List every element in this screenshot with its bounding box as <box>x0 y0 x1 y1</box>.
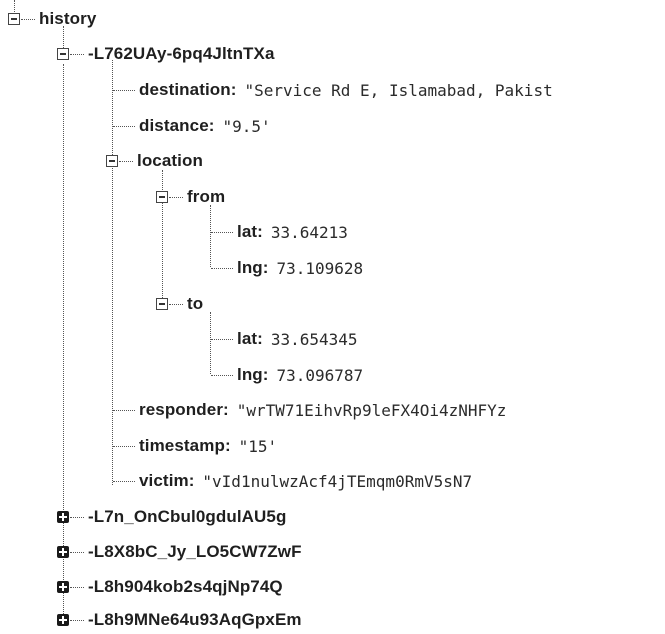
tree-branch <box>21 18 35 20</box>
leaf-value[interactable]: 73.109628 <box>276 259 363 278</box>
tree-node-collapsed[interactable]: -L8h904kob2s4qjNp74Q <box>57 575 283 599</box>
colon: : <box>208 116 215 135</box>
tree-branch <box>113 89 135 91</box>
leaf-value[interactable]: "vId1nulwzAcf4jTEmqm0RmV5sN7 <box>202 472 472 491</box>
node-key: location <box>137 151 203 170</box>
node-key: -L8h9MNe64u93AqGpxEm <box>88 610 302 629</box>
leaf-value[interactable]: 33.64213 <box>271 223 348 242</box>
leaf-key: lat <box>237 222 258 241</box>
collapse-icon[interactable] <box>156 298 168 310</box>
leaf-value[interactable]: "9.5' <box>222 117 270 136</box>
tree-leaf-from-lat[interactable]: lat: 33.64213 <box>210 220 348 244</box>
tree-branch <box>211 267 233 269</box>
tree-leaf-distance[interactable]: distance: "9.5' <box>112 114 271 138</box>
leaf-value[interactable]: 33.654345 <box>271 330 358 349</box>
tree-node-collapsed[interactable]: -L8h9MNe64u93AqGpxEm <box>57 608 302 632</box>
leaf-key: lng <box>237 365 263 384</box>
tree-leaf-timestamp[interactable]: timestamp: "15' <box>112 434 277 458</box>
tree-node-history[interactable]: history <box>8 7 96 31</box>
node-key: -L7n_OnCbul0gdulAU5g <box>88 507 287 526</box>
leaf-key: lat <box>237 329 258 348</box>
tree-branch <box>70 516 84 518</box>
node-key: history <box>39 9 97 28</box>
leaf-value[interactable]: "Service Rd E, Islamabad, Pakist <box>244 81 552 100</box>
collapse-icon[interactable] <box>156 191 168 203</box>
tree-branch <box>211 231 233 233</box>
collapse-icon[interactable] <box>106 155 118 167</box>
expand-icon[interactable] <box>57 581 69 593</box>
expand-icon[interactable] <box>57 511 69 523</box>
leaf-key: victim <box>139 471 189 490</box>
leaf-key: lng <box>237 258 263 277</box>
colon: : <box>188 471 195 490</box>
tree-leaf-from-lng[interactable]: lng: 73.109628 <box>210 256 363 280</box>
tree-leaf-responder[interactable]: responder: "wrTW71EihvRp9leFX4Oi4zNHFYz <box>112 398 506 422</box>
colon: : <box>224 436 231 455</box>
node-key: -L8h904kob2s4qjNp74Q <box>88 577 283 596</box>
leaf-value[interactable]: "15' <box>239 437 278 456</box>
leaf-key: responder <box>139 400 224 419</box>
tree-branch <box>113 480 135 482</box>
tree-node-to[interactable]: to <box>156 292 203 316</box>
tree-node-collapsed[interactable]: -L8X8bC_Jy_LO5CW7ZwF <box>57 540 302 564</box>
tree-branch <box>169 196 183 198</box>
tree-branch <box>113 125 135 127</box>
leaf-value[interactable]: "wrTW71EihvRp9leFX4Oi4zNHFYz <box>237 401 507 420</box>
tree-leaf-to-lat[interactable]: lat: 33.654345 <box>210 327 358 351</box>
tree-node-entry[interactable]: -L762UAy-6pq4JltnTXa <box>57 42 275 66</box>
tree-node-from[interactable]: from <box>156 185 225 209</box>
tree-branch <box>70 53 84 55</box>
tree-branch <box>70 619 84 621</box>
node-key: from <box>187 187 226 206</box>
tree-leaf-destination[interactable]: destination: "Service Rd E, Islamabad, P… <box>112 78 553 102</box>
tree-branch <box>113 445 135 447</box>
colon: : <box>257 222 263 241</box>
tree-node-location[interactable]: location <box>106 149 203 173</box>
colon: : <box>262 258 269 277</box>
leaf-key: distance <box>139 116 209 135</box>
colon: : <box>257 329 263 348</box>
leaf-key: destination <box>139 80 231 99</box>
tree-branch <box>211 374 233 376</box>
tree-branch <box>119 160 133 162</box>
tree-leaf-victim[interactable]: victim: "vId1nulwzAcf4jTEmqm0RmV5sN7 <box>112 469 472 493</box>
expand-icon[interactable] <box>57 546 69 558</box>
node-key: -L762UAy-6pq4JltnTXa <box>88 44 275 63</box>
tree-branch <box>113 409 135 411</box>
tree-branch <box>70 586 84 588</box>
collapse-icon[interactable] <box>8 13 20 25</box>
tree-branch <box>70 551 84 553</box>
colon: : <box>223 400 229 419</box>
leaf-key: timestamp <box>139 436 225 455</box>
tree-leaf-to-lng[interactable]: lng: 73.096787 <box>210 363 363 387</box>
tree-branch <box>211 338 233 340</box>
leaf-value[interactable]: 73.096787 <box>276 366 363 385</box>
node-key: -L8X8bC_Jy_LO5CW7ZwF <box>88 542 302 561</box>
node-key: to <box>187 294 204 313</box>
tree-node-collapsed[interactable]: -L7n_OnCbul0gdulAU5g <box>57 505 286 529</box>
expand-icon[interactable] <box>57 614 69 626</box>
colon: : <box>230 80 237 99</box>
collapse-icon[interactable] <box>57 48 69 60</box>
tree-branch <box>169 303 183 305</box>
colon: : <box>262 365 269 384</box>
